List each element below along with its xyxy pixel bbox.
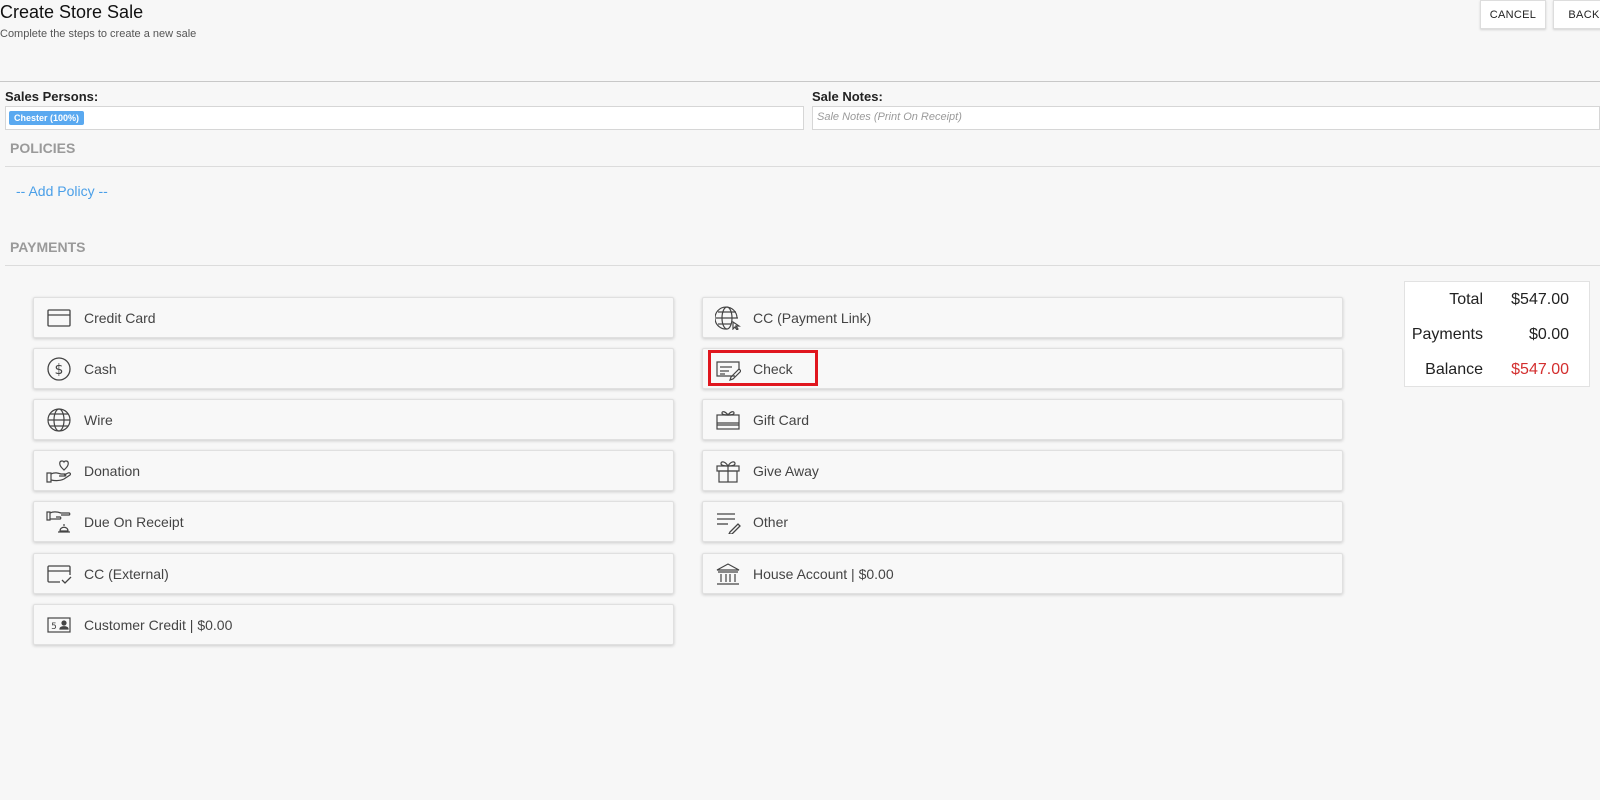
page-subtitle: Complete the steps to create a new sale bbox=[0, 28, 197, 40]
gift-card-icon bbox=[715, 408, 741, 432]
svg-text:5: 5 bbox=[51, 622, 57, 632]
add-policy-link[interactable]: -- Add Policy -- bbox=[16, 183, 108, 199]
summary-balance-label: Balance bbox=[1425, 361, 1483, 378]
page-title: Create Store Sale bbox=[0, 2, 144, 22]
globe-cursor-icon bbox=[715, 306, 741, 330]
summary-total-row: Total $547.00 bbox=[1405, 291, 1589, 311]
policies-title: POLICIES bbox=[10, 140, 76, 156]
summary-total-value: $547.00 bbox=[1511, 291, 1569, 308]
payment-label: Give Away bbox=[753, 463, 819, 479]
payment-label: Cash bbox=[84, 361, 117, 377]
payment-label: Customer Credit | $0.00 bbox=[84, 617, 233, 633]
payment-label: Due On Receipt bbox=[84, 514, 184, 530]
payment-label: Check bbox=[753, 361, 793, 377]
summary-payments-label: Payments bbox=[1411, 326, 1483, 343]
payment-check-button[interactable]: Check bbox=[702, 348, 1343, 389]
summary-payments-value: $0.00 bbox=[1528, 326, 1569, 343]
list-pen-icon bbox=[715, 510, 741, 534]
summary-payments-row: Payments $0.00 bbox=[1405, 326, 1589, 346]
payment-label: Wire bbox=[84, 412, 113, 428]
sale-notes-label: Sale Notes: bbox=[812, 89, 883, 104]
id-card-icon: 5 bbox=[46, 613, 72, 637]
policies-divider bbox=[5, 166, 1600, 167]
dollar-coin-icon: $ bbox=[46, 357, 72, 381]
payment-label: Credit Card bbox=[84, 310, 156, 326]
payment-customer-credit-button[interactable]: 5 Customer Credit | $0.00 bbox=[33, 604, 674, 645]
payment-wire-button[interactable]: Wire bbox=[33, 399, 674, 440]
gift-box-icon bbox=[715, 459, 741, 483]
cancel-button[interactable]: CANCEL bbox=[1480, 0, 1546, 29]
payment-label: Other bbox=[753, 514, 789, 530]
payment-credit-card-button[interactable]: Credit Card bbox=[33, 297, 674, 338]
summary-balance-row: Balance $547.00 bbox=[1405, 361, 1589, 381]
payments-title: PAYMENTS bbox=[10, 239, 86, 255]
svg-text:$: $ bbox=[55, 362, 64, 378]
header-divider bbox=[0, 81, 1600, 82]
credit-card-icon bbox=[46, 306, 72, 330]
payment-label: CC (External) bbox=[84, 566, 169, 582]
card-check-icon bbox=[46, 562, 72, 586]
sales-persons-label: Sales Persons: bbox=[5, 89, 99, 104]
payment-label: Donation bbox=[84, 463, 141, 479]
payment-cc-external-button[interactable]: CC (External) bbox=[33, 553, 674, 594]
sales-person-chip[interactable]: Chester (100%) bbox=[9, 111, 85, 125]
sale-notes-placeholder: Sale Notes (Print On Receipt) bbox=[817, 111, 962, 123]
payments-divider bbox=[5, 265, 1600, 266]
heart-hand-icon bbox=[46, 459, 72, 483]
payment-label: Gift Card bbox=[753, 412, 810, 428]
back-button[interactable]: BACK bbox=[1553, 0, 1600, 29]
hand-bell-icon bbox=[46, 510, 72, 534]
sale-notes-field[interactable]: Sale Notes (Print On Receipt) bbox=[812, 106, 1600, 130]
payment-cc-payment-link-button[interactable]: CC (Payment Link) bbox=[702, 297, 1343, 338]
summary-total-label: Total bbox=[1449, 291, 1483, 308]
payment-label: CC (Payment Link) bbox=[753, 310, 872, 326]
sales-persons-field[interactable]: Chester (100%) bbox=[5, 106, 804, 130]
summary-balance-value: $547.00 bbox=[1511, 361, 1569, 378]
globe-icon bbox=[46, 408, 72, 432]
payment-donation-button[interactable]: Donation bbox=[33, 450, 674, 491]
payment-due-on-receipt-button[interactable]: Due On Receipt bbox=[33, 501, 674, 542]
payment-cash-button[interactable]: $ Cash bbox=[33, 348, 674, 389]
payment-summary: Total $547.00 Payments $0.00 Balance $54… bbox=[1404, 281, 1590, 387]
payment-give-away-button[interactable]: Give Away bbox=[702, 450, 1343, 491]
payment-house-account-button[interactable]: House Account | $0.00 bbox=[702, 553, 1343, 594]
payment-gift-card-button[interactable]: Gift Card bbox=[702, 399, 1343, 440]
check-pen-icon bbox=[715, 357, 741, 381]
payment-label: House Account | $0.00 bbox=[753, 566, 894, 582]
payment-other-button[interactable]: Other bbox=[702, 501, 1343, 542]
bank-icon bbox=[715, 562, 741, 586]
